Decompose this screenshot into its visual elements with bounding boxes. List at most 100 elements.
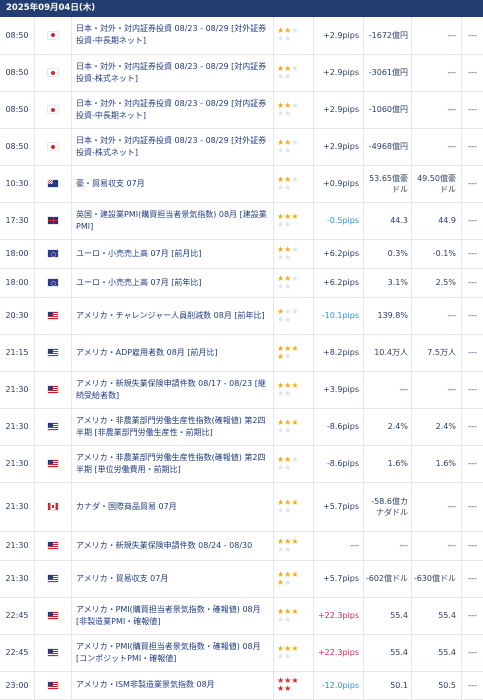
star-icon: ★ [291, 26, 298, 35]
event-name[interactable]: 日本・対外・対内証券投資 08/23 - 08/29 [対内証券投資-中長期ネッ… [72, 91, 274, 128]
event-time: 08:50 [0, 91, 35, 128]
forecast-value: 7.5万人 [412, 334, 462, 371]
event-row[interactable]: 21:30 アメリカ・新規失業保険申請件数 08/17 - 08/23 [継続受給… [0, 371, 483, 408]
star-rating-icon: ★★★★★ [277, 677, 313, 693]
event-row[interactable]: 21:15アメリカ・ADP雇用者数 08月 [前月比]★★★★★+8.2pips… [0, 334, 483, 371]
country-flag-cell [35, 671, 72, 699]
country-flag-cell [35, 482, 72, 531]
event-time: 21:30 [0, 445, 35, 482]
event-row[interactable]: 08:50 日本・対外・対内証券投資 08/23 - 08/29 [対外証券投資-… [0, 17, 483, 54]
event-name[interactable]: アメリカ・新規失業保険申請件数 08/17 - 08/23 [継続受給者数] [72, 371, 274, 408]
star-rating-icon: ★★★★★ [277, 571, 313, 587]
event-row[interactable]: 23:00アメリカ・ISM非製造業景気指数 08月★★★★★-12.0pips5… [0, 671, 483, 699]
star-rating-icon: ★★★★★ [277, 246, 313, 262]
importance-rating: ★★★★★ [274, 671, 314, 699]
event-name[interactable]: 日本・対外・対内証券投資 08/23 - 08/29 [対外証券投資-株式ネット… [72, 128, 274, 165]
event-name[interactable]: アメリカ・新規失業保険申請件数 08/24 - 08/30 [72, 531, 274, 560]
japan-flag-icon [48, 69, 58, 76]
event-name[interactable]: アメリカ・非農業部門労働生産性指数(確報値) 第2四半期 [単位労働費用・前期比… [72, 445, 274, 482]
event-name[interactable]: カナダ・国際商品貿易 07月 [72, 482, 274, 531]
event-name[interactable]: 豪・貿易収支 07月 [72, 165, 274, 202]
result-value: --- [462, 560, 483, 597]
event-row[interactable]: 20:30アメリカ・チャレンジャー人員削減数 08月 [前年比]★★★★★-10… [0, 297, 483, 334]
event-time: 10:30 [0, 165, 35, 202]
event-name[interactable]: アメリカ・PMI(購買担当者景気指数・確報値) 08月 [非製造業PMI・確報値… [72, 597, 274, 634]
previous-value: --- [364, 371, 412, 408]
event-row[interactable]: 08:50 日本・対外・対内証券投資 08/23 - 08/29 [対内証券投資-… [0, 91, 483, 128]
previous-value: 10.4万人 [364, 334, 412, 371]
event-name[interactable]: アメリカ・PMI(購買担当者景気指数・確報値) 08月 [コンポジットPMI・確… [72, 634, 274, 671]
event-row[interactable]: 21:30カナダ・国際商品貿易 07月★★★★★+5.7pips-58.6億カナ… [0, 482, 483, 531]
event-row[interactable]: 21:30アメリカ・貿易収支 07月★★★★★+5.7pips-602億ドル-6… [0, 560, 483, 597]
event-row[interactable]: 21:30 アメリカ・非農業部門労働生産性指数(確報値) 第2四半期 [非農業部門… [0, 408, 483, 445]
star-rating-icon: ★★★★★ [277, 382, 313, 398]
result-value: --- [462, 268, 483, 297]
previous-value: 1.6% [364, 445, 412, 482]
forecast-value: --- [412, 531, 462, 560]
us-flag-icon [48, 542, 58, 549]
event-time: 21:30 [0, 371, 35, 408]
event-name[interactable]: アメリカ・貿易収支 07月 [72, 560, 274, 597]
forecast-value: 55.4 [412, 597, 462, 634]
us-flag-icon [48, 649, 58, 656]
star-icon: ★ [284, 578, 291, 587]
star-rating-icon: ★★★★★ [277, 456, 313, 472]
pips-change: -8.6pips [314, 445, 364, 482]
event-row[interactable]: 18:00ユーロ・小売売上高 07月 [前年比]★★★★★+6.2pips3.1… [0, 268, 483, 297]
event-name[interactable]: アメリカ・ADP雇用者数 08月 [前月比] [72, 334, 274, 371]
country-flag-cell [35, 17, 72, 54]
previous-value: --- [364, 531, 412, 560]
forecast-value: 50.5 [412, 671, 462, 699]
star-icon: ★ [284, 220, 291, 229]
event-row[interactable]: 08:50日本・対外・対内証券投資 08/23 - 08/29 [対外証券投資-… [0, 128, 483, 165]
forecast-value: --- [412, 91, 462, 128]
country-flag-cell [35, 202, 72, 239]
event-name[interactable]: ユーロ・小売売上高 07月 [前月比] [72, 239, 274, 268]
star-icon: ★ [291, 175, 298, 184]
event-time: 18:00 [0, 268, 35, 297]
us-flag-icon [48, 349, 58, 356]
country-flag-cell [35, 128, 72, 165]
importance-rating: ★★★★★ [274, 445, 314, 482]
event-name[interactable]: アメリカ・非農業部門労働生産性指数(確報値) 第2四半期 [非農業部門労働生産性… [72, 408, 274, 445]
event-row[interactable]: 22:45アメリカ・PMI(購買担当者景気指数・確報値) 08月 [コンポジット… [0, 634, 483, 671]
event-name[interactable]: ユーロ・小売売上高 07月 [前年比] [72, 268, 274, 297]
previous-value: 3.1% [364, 268, 412, 297]
event-row[interactable]: 21:30アメリカ・新規失業保険申請件数 08/24 - 08/30★★★★★-… [0, 531, 483, 560]
event-row[interactable]: 08:50日本・対外・対内証券投資 08/23 - 08/29 [対内証券投資-… [0, 54, 483, 91]
country-flag-cell [35, 445, 72, 482]
calendar-panel: 2025年09月04日(木) 08:50日本・対外・対内証券投資 08/23 -… [0, 0, 483, 700]
star-rating-icon: ★★★★★ [277, 139, 313, 155]
star-icon: ★ [284, 506, 291, 515]
country-flag-cell [35, 531, 72, 560]
importance-rating: ★★★★★ [274, 371, 314, 408]
country-flag-cell [35, 334, 72, 371]
star-icon: ★ [291, 381, 298, 390]
event-name[interactable]: 日本・対外・対内証券投資 08/23 - 08/29 [対内証券投資-株式ネット… [72, 54, 274, 91]
forecast-value: 1.6% [412, 445, 462, 482]
importance-rating: ★★★★★ [274, 91, 314, 128]
event-row[interactable]: 22:45アメリカ・PMI(購買担当者景気指数・確報値) 08月 [非製造業PM… [0, 597, 483, 634]
star-rating-icon: ★★★★★ [277, 213, 313, 229]
result-value: --- [462, 334, 483, 371]
event-name[interactable]: 英国・建設業PMI(購買担当者景気指数) 08月 [建設業PMI] [72, 202, 274, 239]
previous-value: 0.3% [364, 239, 412, 268]
pips-change: +0.9pips [314, 165, 364, 202]
event-name[interactable]: アメリカ・ISM非製造業景気指数 08月 [72, 671, 274, 699]
star-icon: ★ [284, 652, 291, 661]
event-row[interactable]: 10:30豪・貿易収支 07月★★★★★+0.9pips53.65億豪ドル49.… [0, 165, 483, 202]
star-icon: ★ [291, 307, 298, 316]
star-icon: ★ [291, 245, 298, 254]
event-row[interactable]: 17:30英国・建設業PMI(購買担当者景気指数) 08月 [建設業PMI]★★… [0, 202, 483, 239]
event-time: 21:30 [0, 408, 35, 445]
event-time: 23:00 [0, 671, 35, 699]
event-name[interactable]: 日本・対外・対内証券投資 08/23 - 08/29 [対外証券投資-中長期ネッ… [72, 17, 274, 54]
event-name[interactable]: アメリカ・チャレンジャー人員削減数 08月 [前年比] [72, 297, 274, 334]
event-time: 08:50 [0, 17, 35, 54]
event-row[interactable]: 21:30 アメリカ・非農業部門労働生産性指数(確報値) 第2四半期 [単位労働費… [0, 445, 483, 482]
event-row[interactable]: 18:00ユーロ・小売売上高 07月 [前月比]★★★★★+6.2pips0.3… [0, 239, 483, 268]
star-icon: ★ [291, 498, 298, 507]
australia-flag-icon [48, 180, 58, 187]
japan-flag-icon [48, 32, 58, 39]
result-value: --- [462, 128, 483, 165]
